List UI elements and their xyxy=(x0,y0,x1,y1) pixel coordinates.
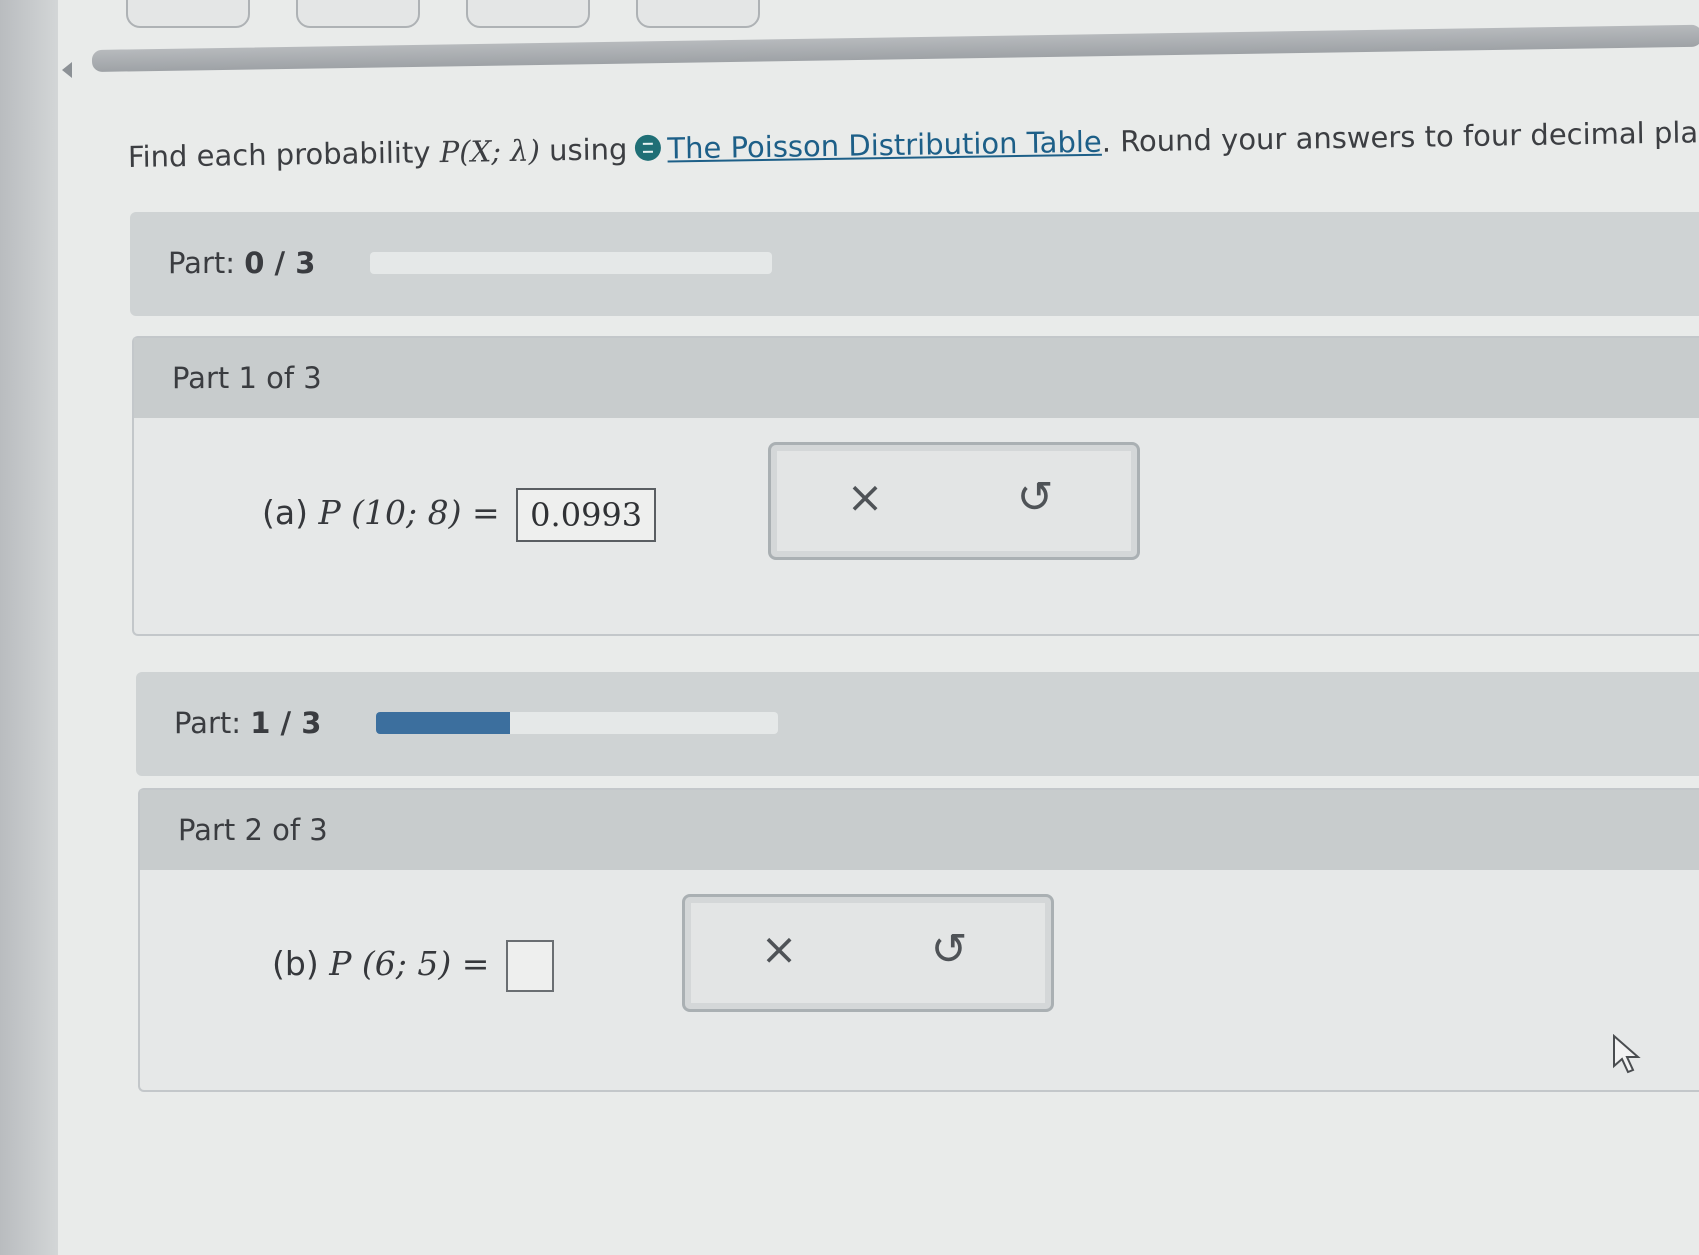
answer-input-a[interactable]: 0.0993 xyxy=(516,488,657,542)
part-2-actions: × ↺ xyxy=(682,894,1054,1012)
screen-bezel-left xyxy=(0,0,58,1255)
progress-value: 0 / 3 xyxy=(244,246,316,280)
progress-track xyxy=(370,252,772,274)
part-2-header: Part 2 of 3 xyxy=(140,790,1699,870)
part-1-card: Part 1 of 3 (a) P (10; 8) = 0.0993 × ↺ xyxy=(132,336,1699,636)
progress-bar-0: Part: 0 / 3 xyxy=(130,212,1699,316)
progress-bar-1: Part: 1 / 3 xyxy=(136,672,1699,776)
progress-label: Part: 0 / 3 xyxy=(168,246,315,280)
part-2-card: Part 2 of 3 (b) P (6; 5) = × ↺ xyxy=(138,788,1699,1092)
progress-label: Part: 1 / 3 xyxy=(174,706,321,740)
question-prefix: Find each probability xyxy=(127,135,431,174)
close-icon[interactable]: × xyxy=(835,467,895,527)
progress-label-text: Part: xyxy=(174,706,242,740)
poisson-table-link[interactable]: The Poisson Distribution Table xyxy=(667,125,1102,166)
part-2-label: (b) xyxy=(272,944,319,983)
part-1-header: Part 1 of 3 xyxy=(134,338,1699,418)
part-1-expression: P (10; 8) = xyxy=(318,493,500,532)
top-tab-1[interactable] xyxy=(126,0,250,28)
progress-track xyxy=(376,712,778,734)
undo-icon[interactable]: ↺ xyxy=(1005,467,1065,527)
question-math: P(X; λ) xyxy=(439,133,541,170)
top-tab-3[interactable] xyxy=(466,0,590,28)
left-arrow-icon[interactable] xyxy=(62,62,72,78)
question-middle: using xyxy=(548,132,628,168)
top-tab-4[interactable] xyxy=(636,0,760,28)
mouse-cursor-icon xyxy=(1613,1034,1641,1074)
info-dot-icon[interactable] xyxy=(635,134,662,162)
undo-icon[interactable]: ↺ xyxy=(919,919,979,979)
progress-fill xyxy=(376,712,510,734)
progress-value: 1 / 3 xyxy=(250,706,322,740)
part-2-equation: (b) P (6; 5) = xyxy=(272,940,554,992)
part-1-equation: (a) P (10; 8) = 0.0993 xyxy=(262,488,657,542)
part-2-expression: P (6; 5) = xyxy=(329,944,490,983)
answer-input-b[interactable] xyxy=(505,940,554,992)
part-1-label: (a) xyxy=(262,493,308,532)
part-1-actions: × ↺ xyxy=(768,442,1140,560)
progress-label-text: Part: xyxy=(168,246,236,280)
close-icon[interactable]: × xyxy=(749,919,809,979)
top-tab-2[interactable] xyxy=(296,0,420,28)
